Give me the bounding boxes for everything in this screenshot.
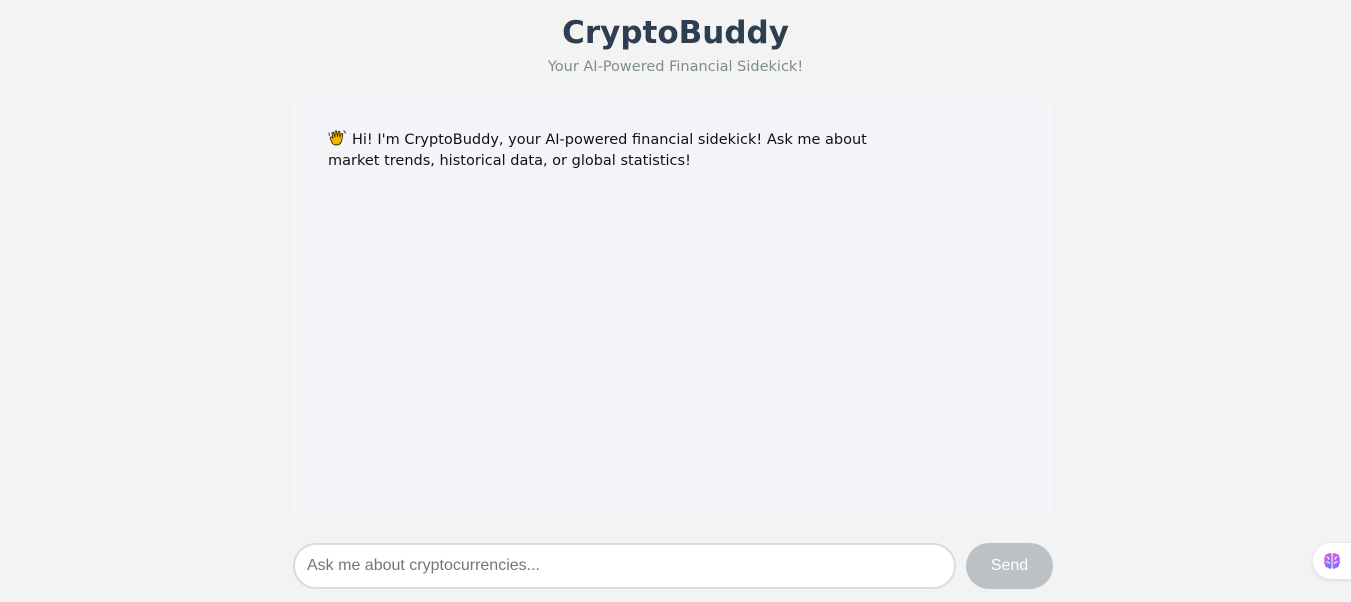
bot-message-text: Hi! I'm CryptoBuddy, your AI-powered fin…: [328, 132, 867, 169]
brain-icon: [1322, 551, 1342, 571]
app-root: CryptoBuddy Your AI-Powered Financial Si…: [0, 0, 1351, 602]
app-title: CryptoBuddy: [562, 15, 789, 51]
app-subtitle: Your AI-Powered Financial Sidekick!: [547, 59, 804, 75]
chat-input[interactable]: [293, 543, 956, 589]
bot-message: Hi! I'm CryptoBuddy, your AI-powered fin…: [328, 129, 868, 172]
chat-messages-panel[interactable]: Hi! I'm CryptoBuddy, your AI-powered fin…: [293, 97, 1052, 521]
header: CryptoBuddy Your AI-Powered Financial Si…: [0, 12, 1351, 77]
composer: Send: [293, 543, 1053, 589]
assistant-widget-button[interactable]: [1313, 543, 1351, 579]
waving-hand-icon: [328, 129, 346, 147]
send-button[interactable]: Send: [966, 543, 1053, 589]
